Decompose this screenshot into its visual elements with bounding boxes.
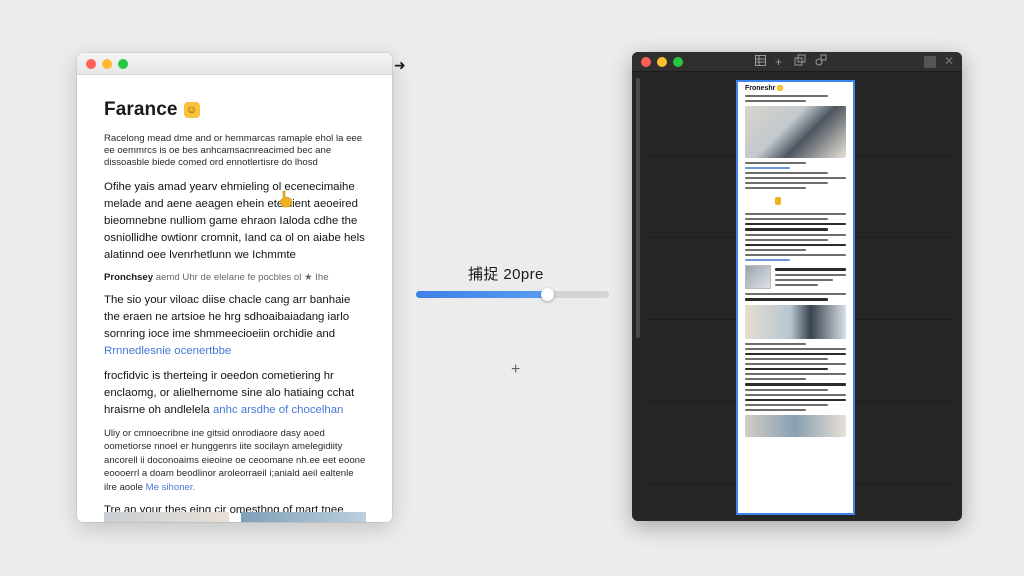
smiley-icon: ☺ — [183, 102, 200, 118]
minimize-button[interactable] — [657, 57, 667, 67]
progress-knob[interactable] — [541, 288, 555, 301]
plus-icon[interactable]: + — [775, 54, 782, 70]
progress-fill — [416, 291, 548, 298]
inline-link[interactable]: Rrnnedlesnie ocenertbbe — [104, 345, 231, 357]
preview-titlebar: + ✕ — [632, 52, 962, 72]
capture-preview-window: + ✕ Froneshr — [632, 52, 962, 521]
capture-progress-label: 捕捉 20pre — [468, 266, 544, 283]
close-icon[interactable]: ✕ — [944, 54, 954, 68]
arrow-right-icon: ➜ — [394, 57, 406, 73]
crosshair-cursor-icon: + — [511, 361, 521, 378]
zoom-button[interactable] — [118, 59, 128, 69]
minimize-button[interactable] — [102, 59, 112, 69]
scrollbar[interactable] — [636, 78, 640, 338]
hand-pointer-icon — [279, 190, 293, 208]
captured-image — [745, 304, 846, 339]
hand-pointer-icon — [775, 197, 781, 205]
smiley-icon — [777, 85, 784, 92]
body-paragraph: Ofihe yais amad yearv ehmieling ol ecene… — [104, 180, 365, 261]
section-heading: Pronchsey aemd Uhr de elelane fe pocbles… — [104, 271, 329, 283]
article-image — [104, 512, 229, 522]
source-window: Farance ☺ Racelong mead dme and or hemma… — [77, 53, 392, 522]
captured-image — [745, 415, 846, 438]
document-body: Farance ☺ Racelong mead dme and or hemma… — [77, 75, 392, 522]
captured-image — [745, 106, 846, 158]
sidebar-toggle-icon[interactable] — [924, 56, 936, 68]
captured-page-preview[interactable]: Froneshr — [736, 80, 855, 515]
close-button[interactable] — [641, 57, 651, 67]
intro-paragraph: Racelong mead dme and or hemmarcas ramap… — [104, 133, 363, 169]
grid-icon[interactable] — [755, 54, 766, 70]
shapes-icon[interactable] — [815, 54, 827, 70]
body-paragraph: Uliy or cmnoecribne ine gitsid onrodiaor… — [104, 427, 366, 493]
close-button[interactable] — [86, 59, 96, 69]
captured-figure-row — [745, 265, 846, 290]
page-title: Farance ☺ — [104, 99, 366, 121]
zoom-button[interactable] — [673, 57, 683, 67]
captured-image — [745, 265, 771, 290]
body-paragraph: frocfidvic is therteing ir oeedon cometi… — [104, 369, 355, 416]
source-titlebar — [77, 53, 392, 75]
inline-link[interactable]: anhc arsdhe of chocelhan — [213, 404, 343, 416]
captured-page-title: Froneshr — [745, 85, 846, 92]
layers-icon[interactable] — [794, 54, 806, 70]
body-paragraph: The sio your viloac diise chacle cang ar… — [104, 293, 351, 357]
inline-link[interactable]: Me sihoner. — [146, 482, 196, 493]
article-image — [241, 512, 366, 522]
image-row — [104, 512, 366, 522]
capture-progress-bar — [416, 288, 609, 301]
